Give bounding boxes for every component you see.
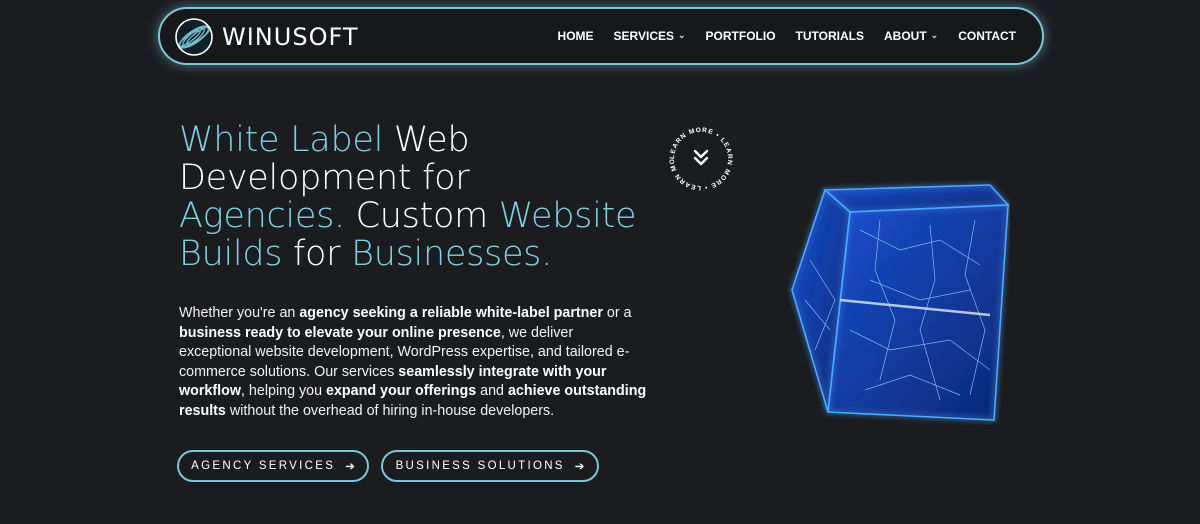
title-part: Web (383, 120, 470, 160)
learn-more-ring: LEARN MORE • LEARN MORE • LEARN MORE • (661, 117, 733, 191)
nav-tutorials-label: TUTORIALS (795, 29, 864, 43)
hero-description: Whether you're an agency seeking a relia… (179, 304, 649, 421)
body-emphasis: expand your offerings (326, 383, 477, 399)
nav-tutorials[interactable]: TUTORIALS (796, 29, 864, 43)
double-chevron-down-icon (693, 149, 709, 166)
svg-text:LEARN MORE • LEARN MORE • LEAR: LEARN MORE • LEARN MORE • LEARN MORE • (664, 122, 733, 191)
body-emphasis: agency seeking a reliable white-label pa… (299, 305, 603, 321)
logo-icon (175, 18, 213, 56)
nav-portfolio-label: PORTFOLIO (705, 29, 776, 43)
learn-more-badge[interactable]: LEARN MORE • LEARN MORE • LEARN MORE • (661, 117, 738, 196)
title-part: Website (498, 196, 637, 236)
main-nav: HOME SERVICES ⌄ PORTFOLIO TUTORIALS ABOUT… (538, 9, 1016, 63)
logo[interactable]: WINUSOFT (174, 17, 359, 57)
chevron-down-icon: ⌄ (930, 29, 939, 40)
title-part: Businesses. (351, 234, 552, 274)
nav-about[interactable]: ABOUT ⌄ (884, 29, 938, 43)
title-part: Custom (344, 196, 499, 236)
title-part: Development for (179, 158, 470, 198)
learn-more-text: LEARN MORE • LEARN MORE • LEARN MORE • (661, 117, 732, 191)
nav-about-label: ABOUT (884, 29, 927, 43)
nav-contact-label: CONTACT (958, 29, 1016, 43)
business-solutions-button[interactable]: BUSINESS SOLUTIONS ➔ (381, 450, 599, 482)
nav-home[interactable]: HOME (558, 29, 594, 43)
title-part: for (282, 234, 352, 274)
business-solutions-label: BUSINESS SOLUTIONS (395, 460, 565, 472)
nav-services[interactable]: SERVICES ⌄ (614, 29, 686, 43)
nav-services-label: SERVICES (613, 29, 674, 43)
chevron-down-icon: ⌄ (678, 29, 686, 40)
body-text: and (476, 383, 508, 399)
network-cube-image (780, 180, 1010, 425)
title-part: White Label (179, 120, 384, 160)
title-part: Builds (179, 234, 283, 274)
body-text: or a (602, 305, 632, 321)
nav-contact[interactable]: CONTACT (958, 29, 1016, 43)
arrow-right-icon: ➔ (574, 461, 585, 473)
body-text: , helping you (240, 383, 327, 399)
agency-services-button[interactable]: AGENCY SERVICES ➔ (177, 450, 369, 482)
body-emphasis: business ready to elevate your online pr… (179, 324, 501, 341)
nav-portfolio[interactable]: PORTFOLIO (706, 29, 776, 43)
nav-home-label: HOME (557, 29, 594, 43)
hero-title: White Label Web Development for Agencies. … (179, 121, 679, 273)
body-text: Whether you're an (179, 305, 300, 321)
arrow-right-icon: ➔ (345, 461, 355, 473)
brand-name: WINUSOFT (222, 23, 359, 51)
title-part: Agencies. (179, 196, 345, 236)
agency-services-label: AGENCY SERVICES (191, 460, 336, 472)
site-header: WINUSOFT HOME SERVICES ⌄ PORTFOLIO TUTORI… (158, 7, 1044, 65)
body-text: without the overhead of hiring in-house … (225, 402, 555, 419)
